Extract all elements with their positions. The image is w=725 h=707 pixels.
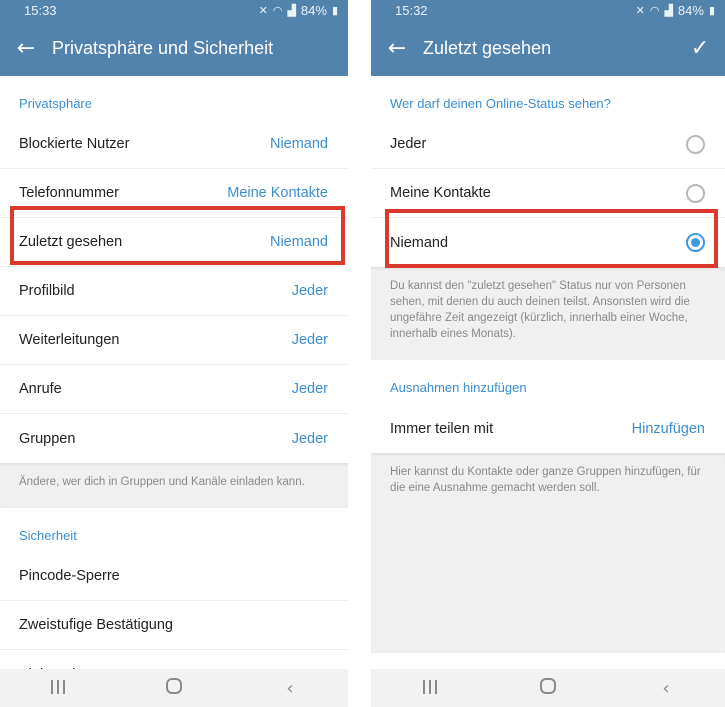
status-time: 15:33 [24, 2, 57, 18]
security-item-zweistufige-best-tigung[interactable]: Zweistufige Bestätigung [0, 601, 348, 650]
security-item-pincode-sperre-label: Pincode-Sperre [19, 568, 120, 584]
page-title: Privatsphäre und Sicherheit [52, 37, 274, 58]
signal-icon: ▟ [664, 4, 673, 17]
security-item-aktive-sitzungen[interactable]: Aktive Sitzungen [0, 650, 348, 670]
app-bar: ← Zuletzt gesehen ✓ [371, 20, 725, 76]
privacy-item-blockierte-nutzer-value: Niemand [269, 136, 328, 152]
section-header-security: Sicherheit [19, 528, 77, 543]
nav-bar: ‹ [0, 669, 348, 707]
privacy-item-profilbild-value: Jeder [291, 283, 328, 299]
privacy-item-anrufe-value: Jeder [291, 381, 328, 397]
option-meine-kontakte[interactable]: Meine Kontakte [371, 169, 725, 218]
security-item-zweistufige-best-tigung-label: Zweistufige Bestätigung [19, 617, 173, 633]
check-icon[interactable]: ✓ [675, 36, 725, 61]
privacy-item-telefonnummer-value: Meine Kontakte [227, 185, 328, 201]
option-jeder-label: Jeder [390, 136, 427, 152]
left-screen: 15:33 ✕ ◠ ▟ 84% ▮ ← Privatsphäre und Sic… [0, 0, 348, 707]
always-share-label: Immer teilen mit [390, 420, 494, 437]
visibility-section: Wer darf deinen Online-Status sehen? Jed… [371, 76, 725, 267]
privacy-item-telefonnummer-label: Telefonnummer [19, 185, 119, 201]
privacy-item-zuletzt-gesehen-label: Zuletzt gesehen [19, 234, 123, 250]
privacy-item-zuletzt-gesehen-value: Niemand [269, 234, 328, 250]
last-seen-settings[interactable]: Wer darf deinen Online-Status sehen? Jed… [371, 76, 725, 669]
home-icon[interactable] [154, 677, 194, 699]
status-bar: 15:33 ✕ ◠ ▟ 84% ▮ [0, 0, 348, 20]
security-section: Sicherheit Pincode-Sperre Zweistufige Bes… [0, 508, 348, 669]
privacy-item-blockierte-nutzer[interactable]: Blockierte Nutzer Niemand [0, 120, 348, 169]
security-item-pincode-sperre[interactable]: Pincode-Sperre [0, 552, 348, 601]
battery-percent: 84% [677, 2, 704, 18]
radio-button[interactable] [686, 233, 705, 252]
back-nav-icon[interactable]: ‹ [270, 678, 310, 699]
divider [348, 0, 371, 707]
section-header-question: Wer darf deinen Online-Status sehen? [390, 96, 611, 111]
visibility-info-text: Du kannst den "zuletzt gesehen" Status n… [371, 267, 725, 360]
nav-bar: ‹ [371, 669, 725, 707]
privacy-item-profilbild-label: Profilbild [19, 283, 75, 299]
mute-icon: ✕ [635, 4, 645, 17]
radio-button[interactable] [686, 183, 705, 203]
always-share-row[interactable]: Immer teilen mit Hinzufügen [371, 404, 725, 453]
mute-icon: ✕ [258, 4, 268, 17]
add-exception-button[interactable]: Hinzufügen [632, 421, 705, 437]
signal-icon: ▟ [287, 4, 296, 17]
home-icon[interactable] [528, 677, 568, 699]
section-header-privacy: Privatsphäre [19, 96, 92, 111]
privacy-item-blockierte-nutzer-label: Blockierte Nutzer [19, 136, 130, 152]
radio-button[interactable] [686, 134, 705, 154]
privacy-item-weiterleitungen[interactable]: Weiterleitungen Jeder [0, 316, 348, 365]
option-niemand[interactable]: Niemand [371, 218, 725, 267]
status-bar: 15:32 ✕ ◠ ▟ 84% ▮ [371, 0, 725, 20]
privacy-item-weiterleitungen-value: Jeder [291, 332, 328, 348]
status-time: 15:32 [395, 2, 428, 18]
privacy-item-weiterleitungen-label: Weiterleitungen [19, 332, 120, 348]
app-bar: ← Privatsphäre und Sicherheit [0, 20, 348, 76]
exceptions-info-text: Hier kannst du Kontakte oder ganze Grupp… [371, 453, 725, 653]
battery-percent: 84% [300, 2, 327, 18]
privacy-item-anrufe-label: Anrufe [19, 381, 62, 397]
exceptions-section: Ausnahmen hinzufügen Immer teilen mit Hi… [371, 360, 725, 453]
privacy-item-profilbild[interactable]: Profilbild Jeder [0, 267, 348, 316]
wifi-icon: ◠ [272, 4, 283, 17]
privacy-section: Privatsphäre Blockierte Nutzer Niemand Tel… [0, 76, 348, 463]
groups-info-text: Ändere, wer dich in Gruppen und Kanäle e… [0, 463, 348, 508]
privacy-item-telefonnummer[interactable]: Telefonnummer Meine Kontakte [0, 169, 348, 218]
privacy-item-gruppen-value: Jeder [291, 430, 328, 447]
back-arrow-icon[interactable]: ← [371, 36, 423, 61]
wifi-icon: ◠ [649, 4, 660, 17]
privacy-item-gruppen[interactable]: Gruppen Jeder [0, 414, 348, 463]
option-niemand-label: Niemand [390, 234, 449, 251]
battery-icon: ▮ [331, 4, 338, 17]
option-meine-kontakte-label: Meine Kontakte [390, 185, 491, 201]
back-nav-icon[interactable]: ‹ [646, 678, 686, 699]
page-title: Zuletzt gesehen [423, 37, 552, 58]
privacy-item-anrufe[interactable]: Anrufe Jeder [0, 365, 348, 414]
recent-apps-icon[interactable] [38, 678, 78, 699]
back-arrow-icon[interactable]: ← [0, 36, 52, 61]
settings-list[interactable]: Privatsphäre Blockierte Nutzer Niemand Tel… [0, 76, 348, 669]
right-screen: 15:32 ✕ ◠ ▟ 84% ▮ ← Zuletzt gesehen ✓ We… [371, 0, 725, 707]
battery-icon: ▮ [708, 4, 715, 17]
option-jeder[interactable]: Jeder [371, 120, 725, 169]
privacy-item-zuletzt-gesehen[interactable]: Zuletzt gesehen Niemand [0, 218, 348, 267]
privacy-item-gruppen-label: Gruppen [19, 430, 76, 447]
recent-apps-icon[interactable] [410, 678, 450, 699]
section-header-exceptions: Ausnahmen hinzufügen [390, 380, 527, 395]
